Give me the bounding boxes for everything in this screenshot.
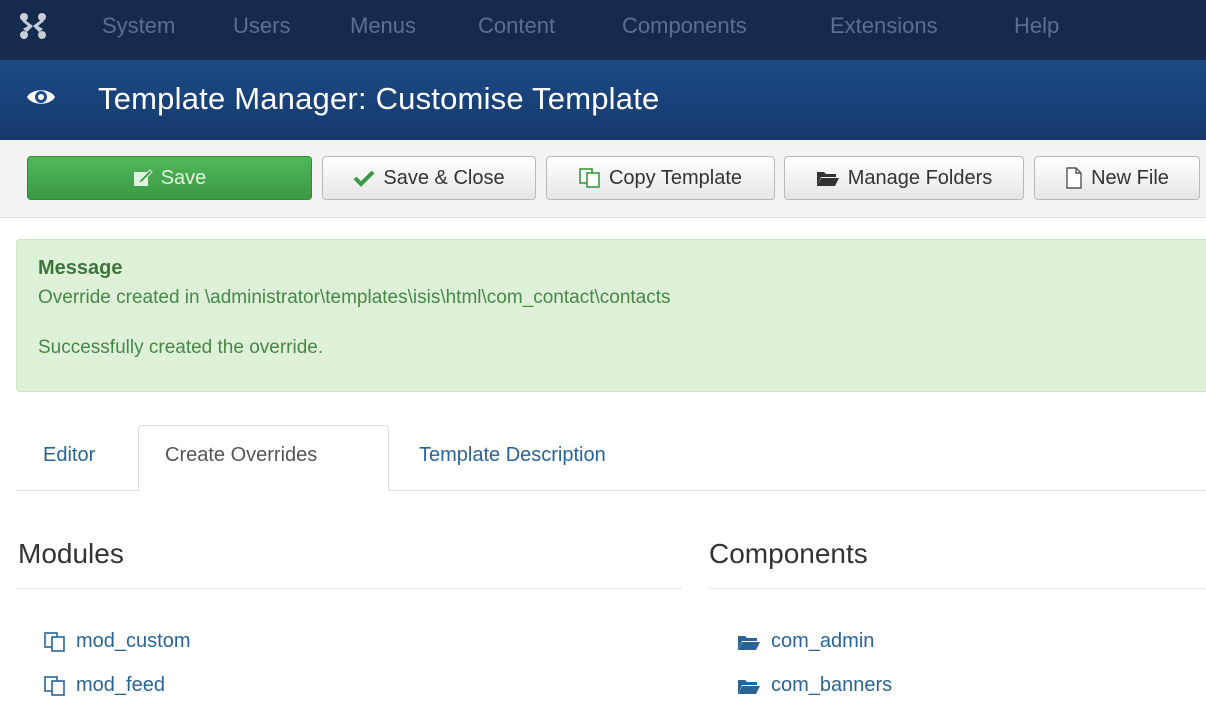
copy-icon bbox=[44, 675, 65, 696]
copy-icon bbox=[44, 631, 65, 652]
top-navbar: System Users Menus Content Components Ex… bbox=[0, 0, 1206, 60]
nav-extensions[interactable]: Extensions bbox=[830, 13, 938, 39]
save-label: Save bbox=[160, 166, 207, 189]
file-icon bbox=[1066, 167, 1082, 189]
nav-help[interactable]: Help bbox=[1014, 13, 1059, 39]
module-item[interactable]: mod_custom bbox=[44, 630, 191, 653]
success-message bbox=[16, 239, 1206, 392]
tab-editor[interactable]: Editor bbox=[43, 444, 95, 467]
page-title: Template Manager: Customise Template bbox=[98, 81, 660, 116]
copy-icon bbox=[579, 168, 600, 188]
modules-heading: Modules bbox=[18, 538, 124, 569]
module-item-label: mod_feed bbox=[76, 674, 165, 696]
nav-content[interactable]: Content bbox=[478, 13, 555, 39]
folder-open-icon bbox=[738, 679, 760, 694]
component-item[interactable]: com_admin bbox=[737, 630, 874, 653]
tab-template-description[interactable]: Template Description bbox=[419, 444, 606, 467]
message-text: Successfully created the override. bbox=[38, 337, 324, 358]
nav-components[interactable]: Components bbox=[622, 13, 747, 39]
folder-open-icon bbox=[738, 635, 760, 650]
save-close-button[interactable]: Save & Close bbox=[322, 156, 536, 200]
message-text: Override created in \administrator\templ… bbox=[38, 287, 671, 308]
manage-folders-button[interactable]: Manage Folders bbox=[784, 156, 1024, 200]
copy-template-label: Copy Template bbox=[608, 166, 743, 189]
module-item[interactable]: mod_feed bbox=[44, 674, 165, 697]
check-icon bbox=[353, 170, 375, 187]
new-file-label: New File bbox=[1091, 166, 1169, 189]
nav-users[interactable]: Users bbox=[233, 13, 290, 39]
copy-template-button[interactable]: Copy Template bbox=[546, 156, 775, 200]
component-item-label: com_admin bbox=[771, 630, 875, 652]
edit-icon bbox=[133, 169, 153, 186]
divider bbox=[709, 588, 1206, 589]
divider bbox=[16, 588, 682, 589]
eye-icon bbox=[27, 90, 55, 104]
nav-system[interactable]: System bbox=[102, 13, 175, 39]
save-button[interactable]: Save bbox=[27, 156, 312, 200]
joomla-logo-icon[interactable] bbox=[18, 11, 48, 41]
folder-open-icon bbox=[816, 172, 839, 186]
new-file-button[interactable]: New File bbox=[1034, 156, 1200, 200]
components-heading: Components bbox=[709, 538, 868, 569]
save-close-label: Save & Close bbox=[383, 166, 505, 189]
component-item-label: com_banners bbox=[771, 674, 893, 696]
module-item-label: mod_custom bbox=[76, 630, 191, 652]
message-heading: Message bbox=[38, 257, 123, 279]
tab-create-overrides[interactable]: Create Overrides bbox=[165, 444, 317, 467]
manage-folders-label: Manage Folders bbox=[847, 166, 993, 189]
component-item[interactable]: com_banners bbox=[737, 674, 892, 697]
nav-menus[interactable]: Menus bbox=[350, 13, 416, 39]
